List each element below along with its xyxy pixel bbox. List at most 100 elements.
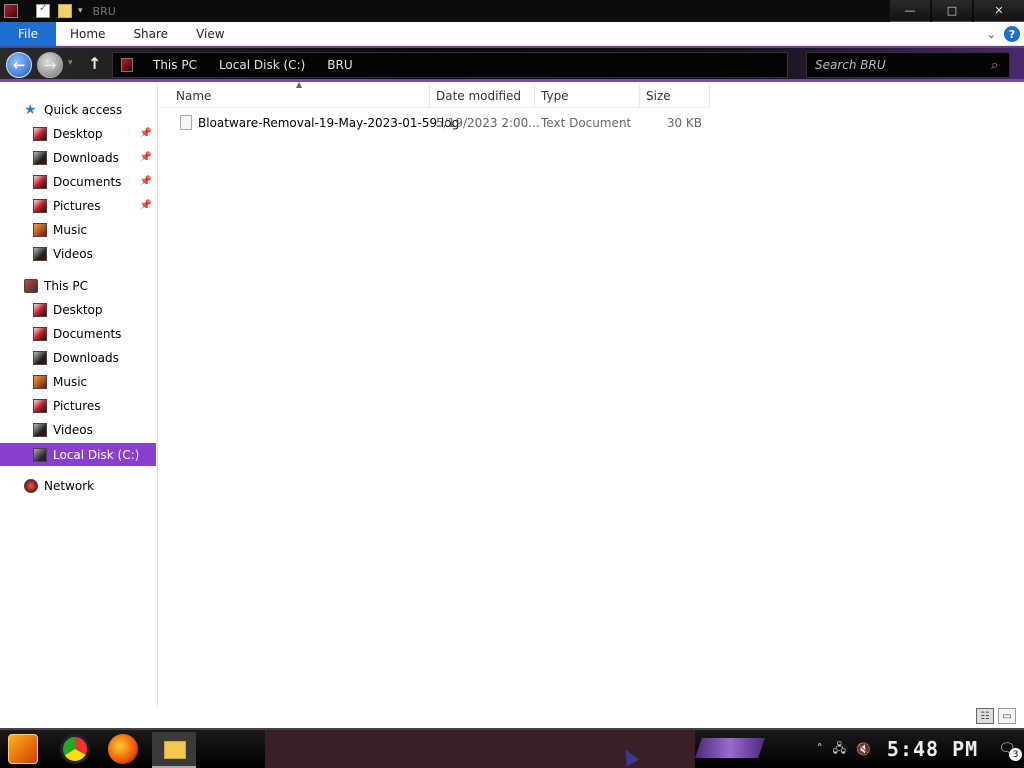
nav-pc-desktop[interactable]: Desktop — [0, 299, 156, 321]
location-icon — [121, 58, 133, 72]
breadcrumb-this-pc[interactable]: This PC — [153, 58, 197, 72]
nav-label: Desktop — [53, 127, 103, 141]
column-header-size[interactable]: Size — [640, 85, 710, 107]
maximize-button[interactable]: □ — [932, 0, 972, 22]
details-view-icon[interactable]: ☷ — [976, 708, 994, 724]
network-status-icon[interactable]: 🖧 — [833, 739, 846, 760]
nav-label: Music — [53, 375, 88, 389]
forward-arrow-icon[interactable]: → — [37, 52, 63, 78]
breadcrumb-local-disk[interactable]: Local Disk (C:) — [219, 58, 305, 72]
back-arrow-icon[interactable]: ← — [6, 52, 32, 78]
nav-pc-music[interactable]: Music — [0, 371, 156, 393]
documents-icon — [33, 175, 47, 189]
pin-icon[interactable]: 📌 — [140, 152, 152, 163]
recent-locations-icon[interactable]: ▾ — [68, 58, 73, 68]
app-icon[interactable] — [4, 4, 18, 18]
navigation-pane: ★ Quick access Desktop 📌 Downloads 📌 Doc… — [0, 85, 158, 707]
nav-this-pc[interactable]: This PC — [0, 275, 156, 297]
up-arrow-icon[interactable]: ↑ — [88, 54, 101, 73]
expand-ribbon-icon[interactable]: ⌄ — [987, 28, 996, 41]
nav-quick-videos[interactable]: Videos — [0, 243, 156, 265]
nav-quick-desktop[interactable]: Desktop 📌 — [0, 123, 156, 145]
address-toolbar: ← → ▾ ↑ This PC Local Disk (C:) BRU ⌕ — [0, 46, 1024, 82]
network-icon — [24, 479, 38, 493]
nav-label: Quick access — [44, 103, 123, 117]
window-title: BRU — [92, 4, 116, 18]
star-icon: ★ — [24, 102, 37, 118]
nav-quick-pictures[interactable]: Pictures 📌 — [0, 195, 156, 217]
music-icon — [33, 223, 47, 237]
breadcrumb-bru[interactable]: BRU — [327, 58, 352, 72]
tab-view[interactable]: View — [182, 22, 238, 46]
action-center-icon[interactable]: 🗨 3 — [998, 741, 1022, 761]
close-button[interactable]: ✕ — [974, 0, 1024, 22]
window-controls: — □ ✕ — [888, 0, 1024, 22]
start-icon[interactable] — [8, 734, 38, 764]
title-bar: ▾ BRU — □ ✕ — [0, 0, 1024, 22]
downloads-icon — [33, 151, 47, 165]
quick-access-toolbar-dropdown-icon[interactable]: ▾ — [78, 6, 83, 16]
column-header-date-modified[interactable]: Date modified — [430, 85, 535, 107]
file-name: Bloatware-Removal-19-May-2023-01-59.log — [198, 116, 460, 130]
nav-pc-videos[interactable]: Videos — [0, 419, 156, 441]
volume-muted-icon[interactable]: 🔇 — [856, 742, 871, 756]
view-toggle: ☷ ▭ — [976, 708, 1016, 724]
nav-pc-documents[interactable]: Documents — [0, 323, 156, 345]
nav-label: Downloads — [53, 151, 119, 165]
notification-count-badge: 3 — [1009, 748, 1022, 761]
videos-icon — [33, 423, 47, 437]
firefox-icon[interactable] — [108, 734, 138, 764]
downloads-icon — [33, 351, 47, 365]
nav-network[interactable]: Network — [0, 475, 156, 497]
nav-quick-documents[interactable]: Documents 📌 — [0, 171, 156, 193]
chrome-icon[interactable] — [60, 734, 90, 764]
pin-icon[interactable]: 📌 — [140, 128, 152, 139]
nav-label: This PC — [44, 279, 88, 293]
nav-label: Local Disk (C:) — [53, 447, 140, 462]
nav-quick-downloads[interactable]: Downloads 📌 — [0, 147, 156, 169]
desktop-icon — [33, 303, 47, 317]
file-explorer-icon[interactable] — [152, 732, 196, 768]
system-tray: ˄ 🖧 🔇 5:48 PM 🗨 3 — [807, 730, 1024, 768]
address-bar[interactable]: This PC Local Disk (C:) BRU — [112, 52, 788, 78]
nav-label: Downloads — [53, 351, 119, 365]
column-header-name[interactable]: Name — [159, 85, 430, 107]
new-folder-icon[interactable] — [58, 4, 72, 18]
properties-icon[interactable] — [36, 3, 50, 18]
pictures-icon — [33, 199, 47, 213]
nav-label: Documents — [53, 175, 122, 189]
nav-label: Videos — [53, 423, 93, 437]
tab-share[interactable]: Share — [119, 22, 182, 46]
show-hidden-icons-icon[interactable]: ˄ — [817, 742, 823, 756]
pictures-icon — [33, 399, 47, 413]
nav-pc-local-disk[interactable]: Local Disk (C:) — [0, 443, 156, 466]
nav-quick-music[interactable]: Music — [0, 219, 156, 241]
ribbon-tabs: File Home Share View ⌄ ? — [0, 21, 1024, 46]
documents-icon — [33, 327, 47, 341]
column-header-type[interactable]: Type — [535, 85, 640, 107]
header-divider — [159, 107, 709, 108]
search-input[interactable] — [815, 58, 985, 72]
nav-pc-pictures[interactable]: Pictures — [0, 395, 156, 417]
computer-icon — [24, 279, 38, 293]
file-date-modified: 5/19/2023 2:00... — [436, 116, 540, 130]
drive-icon — [33, 447, 47, 462]
search-icon[interactable]: ⌕ — [991, 58, 998, 73]
tab-home[interactable]: Home — [56, 22, 119, 46]
nav-label: Music — [53, 223, 88, 237]
pin-icon[interactable]: 📌 — [140, 176, 152, 187]
file-row[interactable]: Bloatware-Removal-19-May-2023-01-59.log … — [159, 113, 709, 133]
nav-quick-access[interactable]: ★ Quick access — [0, 99, 156, 121]
pin-icon[interactable]: 📌 — [140, 200, 152, 211]
large-icons-view-icon[interactable]: ▭ — [998, 708, 1016, 724]
clock[interactable]: 5:48 PM — [887, 737, 978, 761]
nav-pc-downloads[interactable]: Downloads — [0, 347, 156, 369]
minimize-button[interactable]: — — [890, 0, 930, 22]
file-type: Text Document — [541, 116, 632, 130]
help-icon[interactable]: ? — [1004, 26, 1020, 42]
nav-label: Videos — [53, 247, 93, 261]
nav-label: Network — [44, 479, 95, 493]
desktop-icon — [33, 127, 47, 141]
file-size: 30 KB — [666, 116, 702, 130]
tab-file[interactable]: File — [0, 21, 56, 46]
